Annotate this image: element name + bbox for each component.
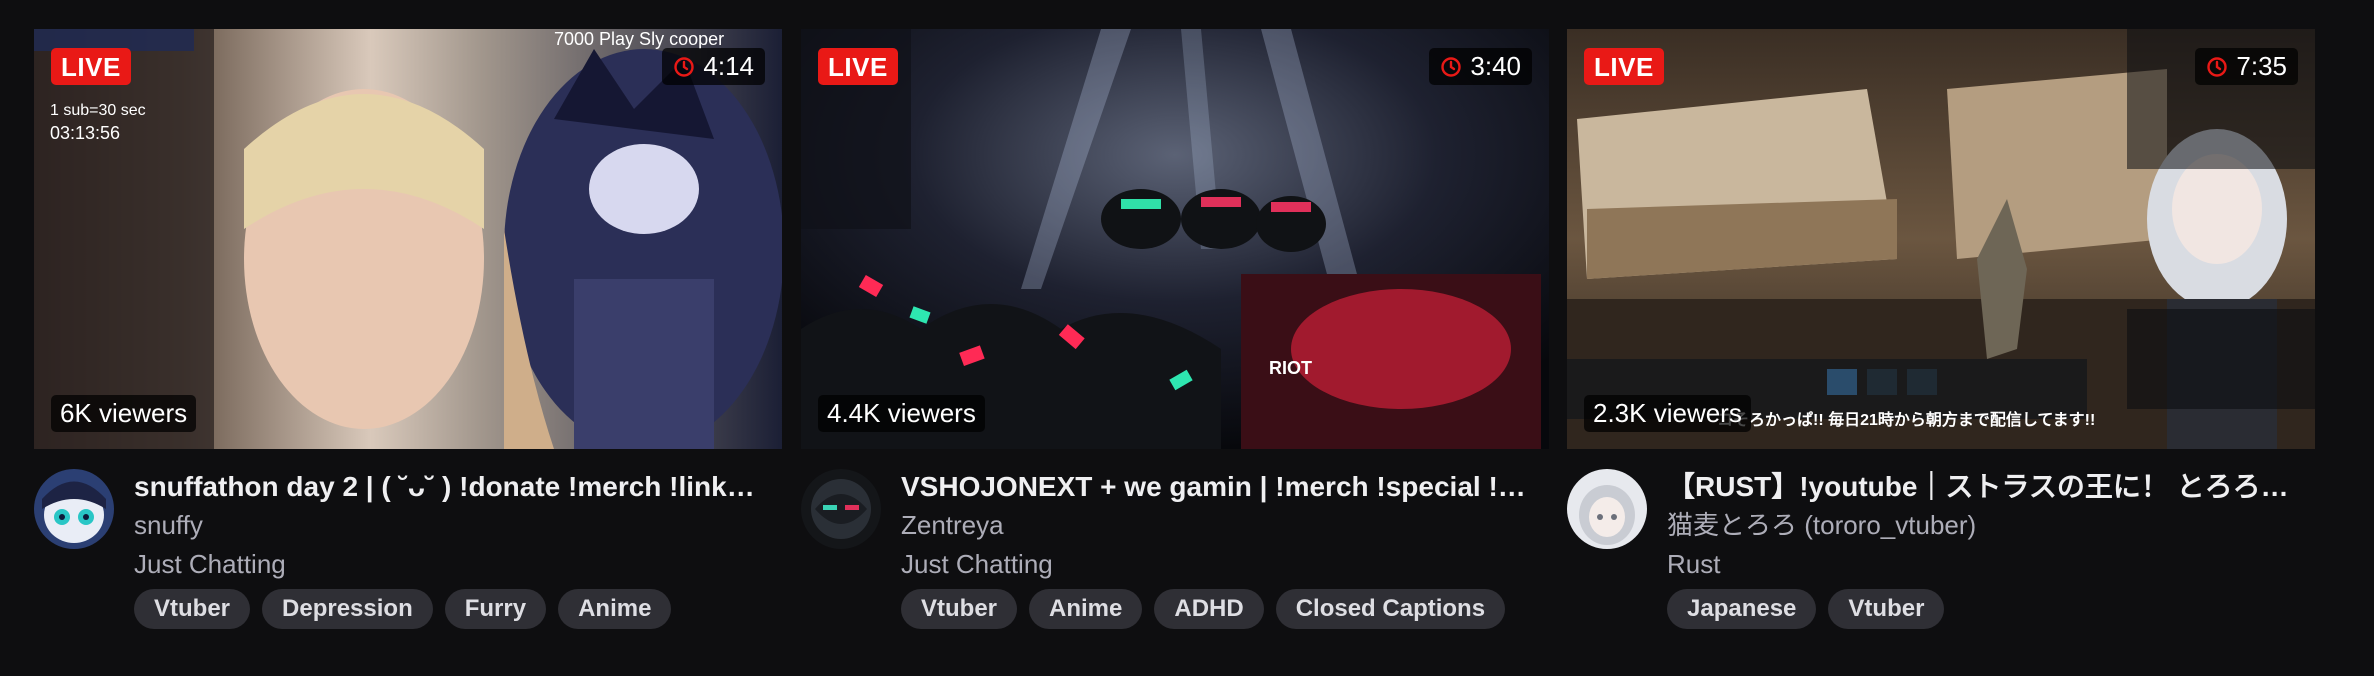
tag[interactable]: Vtuber xyxy=(901,589,1018,629)
live-badge: LIVE xyxy=(1584,48,1664,85)
stream-title[interactable]: snuffathon day 2 | ( ˘ᴗ˘ ) !donate !merc… xyxy=(134,469,764,505)
category-link[interactable]: Just Chatting xyxy=(901,547,1053,581)
thumbnail-image: コそろかっぱ!! 毎日21時から朝方まで配信してます!! xyxy=(1567,29,2315,449)
tag[interactable]: Depression xyxy=(262,589,433,629)
category-link[interactable]: Just Chatting xyxy=(134,547,286,581)
stream-title[interactable]: VSHOJONEXT + we gamin | !merch !special … xyxy=(901,469,1531,505)
viewer-count: 4.4K viewers xyxy=(818,395,985,432)
tag-list: Vtuber Depression Furry Anime xyxy=(134,589,672,629)
overlay-goal-text: 7000 Play Sly cooper xyxy=(554,29,724,49)
duration-badge: 4:14 xyxy=(662,48,765,85)
duration-text: 4:14 xyxy=(703,51,754,81)
tag-list: Japanese Vtuber xyxy=(1667,589,1945,629)
tag[interactable]: Vtuber xyxy=(134,589,251,629)
avatar[interactable] xyxy=(1567,469,1647,549)
tag[interactable]: Anime xyxy=(1029,589,1143,629)
duration-text: 7:35 xyxy=(2236,51,2287,81)
viewer-count: 2.3K viewers xyxy=(1584,395,1751,432)
overlay-ticker-text: コそろかっぱ!! 毎日21時から朝方まで配信してます!! xyxy=(1717,410,2095,429)
duration-text: 3:40 xyxy=(1470,51,1521,81)
stream-title[interactable]: 【RUST】!youtube｜ストラスの王に！ とろろは... xyxy=(1667,469,2297,505)
clock-icon xyxy=(1441,56,1462,77)
overlay-timer-text: 03:13:56 xyxy=(50,123,120,143)
tag[interactable]: Anime xyxy=(558,589,672,629)
thumbnail-image: 1 sub=30 sec 03:13:56 7000 Play Sly coop… xyxy=(34,29,782,449)
stream-meta: 【RUST】!youtube｜ストラスの王に！ とろろは... 猫麦とろろ (t… xyxy=(1567,449,2315,629)
stream-card[interactable]: コそろかっぱ!! 毎日21時から朝方まで配信してます!! LIVE 7:35 2… xyxy=(1567,29,2315,629)
tag-list: Vtuber Anime ADHD Closed Captions xyxy=(901,589,1506,629)
stream-card[interactable]: 1 sub=30 sec 03:13:56 7000 Play Sly coop… xyxy=(34,29,782,629)
thumbnail-image: RIOT xyxy=(801,29,1549,449)
channel-name[interactable]: Zentreya xyxy=(901,508,1004,542)
stream-thumbnail[interactable]: RIOT LIVE 3:40 4.4K viewers xyxy=(801,29,1549,449)
channel-name[interactable]: 猫麦とろろ (tororo_vtuber) xyxy=(1667,508,1976,542)
overlay-logo-text: RIOT xyxy=(1269,358,1312,378)
tag[interactable]: Closed Captions xyxy=(1275,589,1506,629)
clock-icon xyxy=(674,56,695,77)
channel-name[interactable]: snuffy xyxy=(134,508,203,542)
stream-meta: VSHOJONEXT + we gamin | !merch !special … xyxy=(801,449,1549,629)
duration-badge: 3:40 xyxy=(1429,48,1532,85)
live-badge: LIVE xyxy=(818,48,898,85)
avatar[interactable] xyxy=(801,469,881,549)
avatar[interactable] xyxy=(34,469,114,549)
live-badge: LIVE xyxy=(51,48,131,85)
clock-icon xyxy=(2207,56,2228,77)
tag[interactable]: Furry xyxy=(444,589,547,629)
category-link[interactable]: Rust xyxy=(1667,547,1720,581)
stream-thumbnail[interactable]: 1 sub=30 sec 03:13:56 7000 Play Sly coop… xyxy=(34,29,782,449)
viewer-count: 6K viewers xyxy=(51,395,197,432)
overlay-sub-text: 1 sub=30 sec xyxy=(50,102,146,119)
tag[interactable]: ADHD xyxy=(1154,589,1264,629)
stream-row: 1 sub=30 sec 03:13:56 7000 Play Sly coop… xyxy=(0,0,2374,676)
tag[interactable]: Vtuber xyxy=(1828,589,1945,629)
stream-card[interactable]: RIOT LIVE 3:40 4.4K viewers VSHOJONEXT +… xyxy=(801,29,1549,629)
stream-thumbnail[interactable]: コそろかっぱ!! 毎日21時から朝方まで配信してます!! LIVE 7:35 2… xyxy=(1567,29,2315,449)
tag[interactable]: Japanese xyxy=(1667,589,1817,629)
duration-badge: 7:35 xyxy=(2195,48,2298,85)
stream-meta: snuffathon day 2 | ( ˘ᴗ˘ ) !donate !merc… xyxy=(34,449,782,629)
